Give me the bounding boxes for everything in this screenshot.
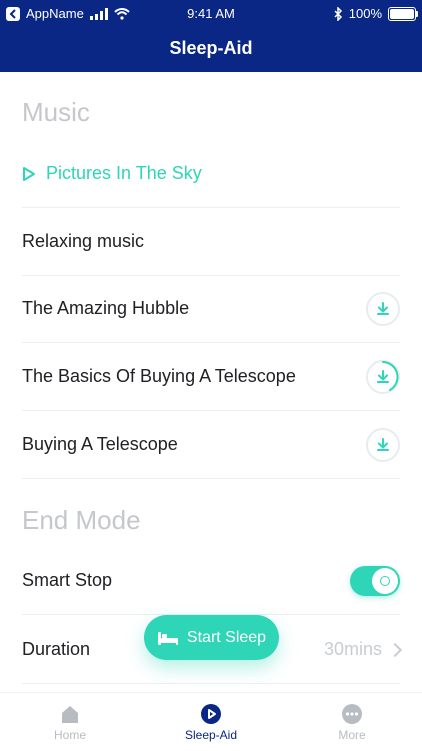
track-label: Buying A Telescope — [22, 434, 178, 454]
tab-home[interactable]: Home — [0, 693, 140, 751]
battery-percent: 100% — [348, 6, 382, 21]
end-mode-section-title: End Mode — [22, 505, 141, 535]
smart-stop-toggle[interactable] — [350, 565, 400, 596]
track-label: The Basics Of Buying A Telescope — [22, 366, 296, 386]
track-row[interactable]: The Amazing Hubble — [22, 275, 400, 343]
chevron-right-icon — [387, 642, 403, 657]
download-icon[interactable] — [366, 291, 400, 326]
page-title: Sleep-Aid — [169, 38, 253, 58]
smart-stop-row[interactable]: Smart Stop — [22, 547, 400, 615]
track-label: The Amazing Hubble — [22, 298, 190, 318]
track-label: Pictures In The Sky — [46, 163, 202, 183]
tab-sleep-aid-label: Sleep-Aid — [184, 727, 238, 742]
play-icon — [22, 166, 36, 182]
main-content[interactable]: Music Pictures In The Sky Relaxing music… — [0, 72, 422, 692]
track-label: Relaxing music — [22, 231, 145, 251]
tab-home-label: Home — [53, 727, 86, 742]
download-progress-icon[interactable] — [366, 359, 400, 394]
duration-label: Duration — [22, 639, 91, 659]
more-dots-icon — [341, 703, 363, 725]
track-row[interactable]: The Basics Of Buying A Telescope — [22, 343, 400, 411]
battery-icon — [388, 6, 418, 21]
tab-more-label: More — [338, 727, 366, 742]
tab-sleep-aid[interactable]: Sleep-Aid — [141, 693, 281, 751]
track-row[interactable]: Relaxing music — [22, 208, 400, 276]
download-icon[interactable] — [366, 427, 400, 462]
track-row[interactable]: Buying A Telescope — [22, 411, 400, 479]
toggle-knob — [372, 567, 398, 594]
home-icon — [59, 703, 81, 725]
start-sleep-button[interactable]: Start Sleep — [144, 615, 279, 660]
smart-stop-label: Smart Stop — [22, 570, 113, 590]
header-bar: AppName 9:41 AM 100% Sleep-Aid — [0, 0, 422, 72]
start-sleep-label: Start Sleep — [186, 628, 267, 646]
track-row[interactable]: Pictures In The Sky — [22, 140, 400, 208]
play-circle-icon — [200, 703, 222, 725]
duration-value: 30mins — [323, 639, 382, 659]
status-bar: AppName 9:41 AM 100% — [0, 0, 422, 28]
bluetooth-icon — [334, 6, 342, 21]
tab-more[interactable]: More — [282, 693, 422, 751]
bed-icon — [157, 630, 179, 646]
tab-bar: Home Sleep-Aid More — [0, 692, 422, 751]
music-section-title: Music — [22, 97, 90, 127]
